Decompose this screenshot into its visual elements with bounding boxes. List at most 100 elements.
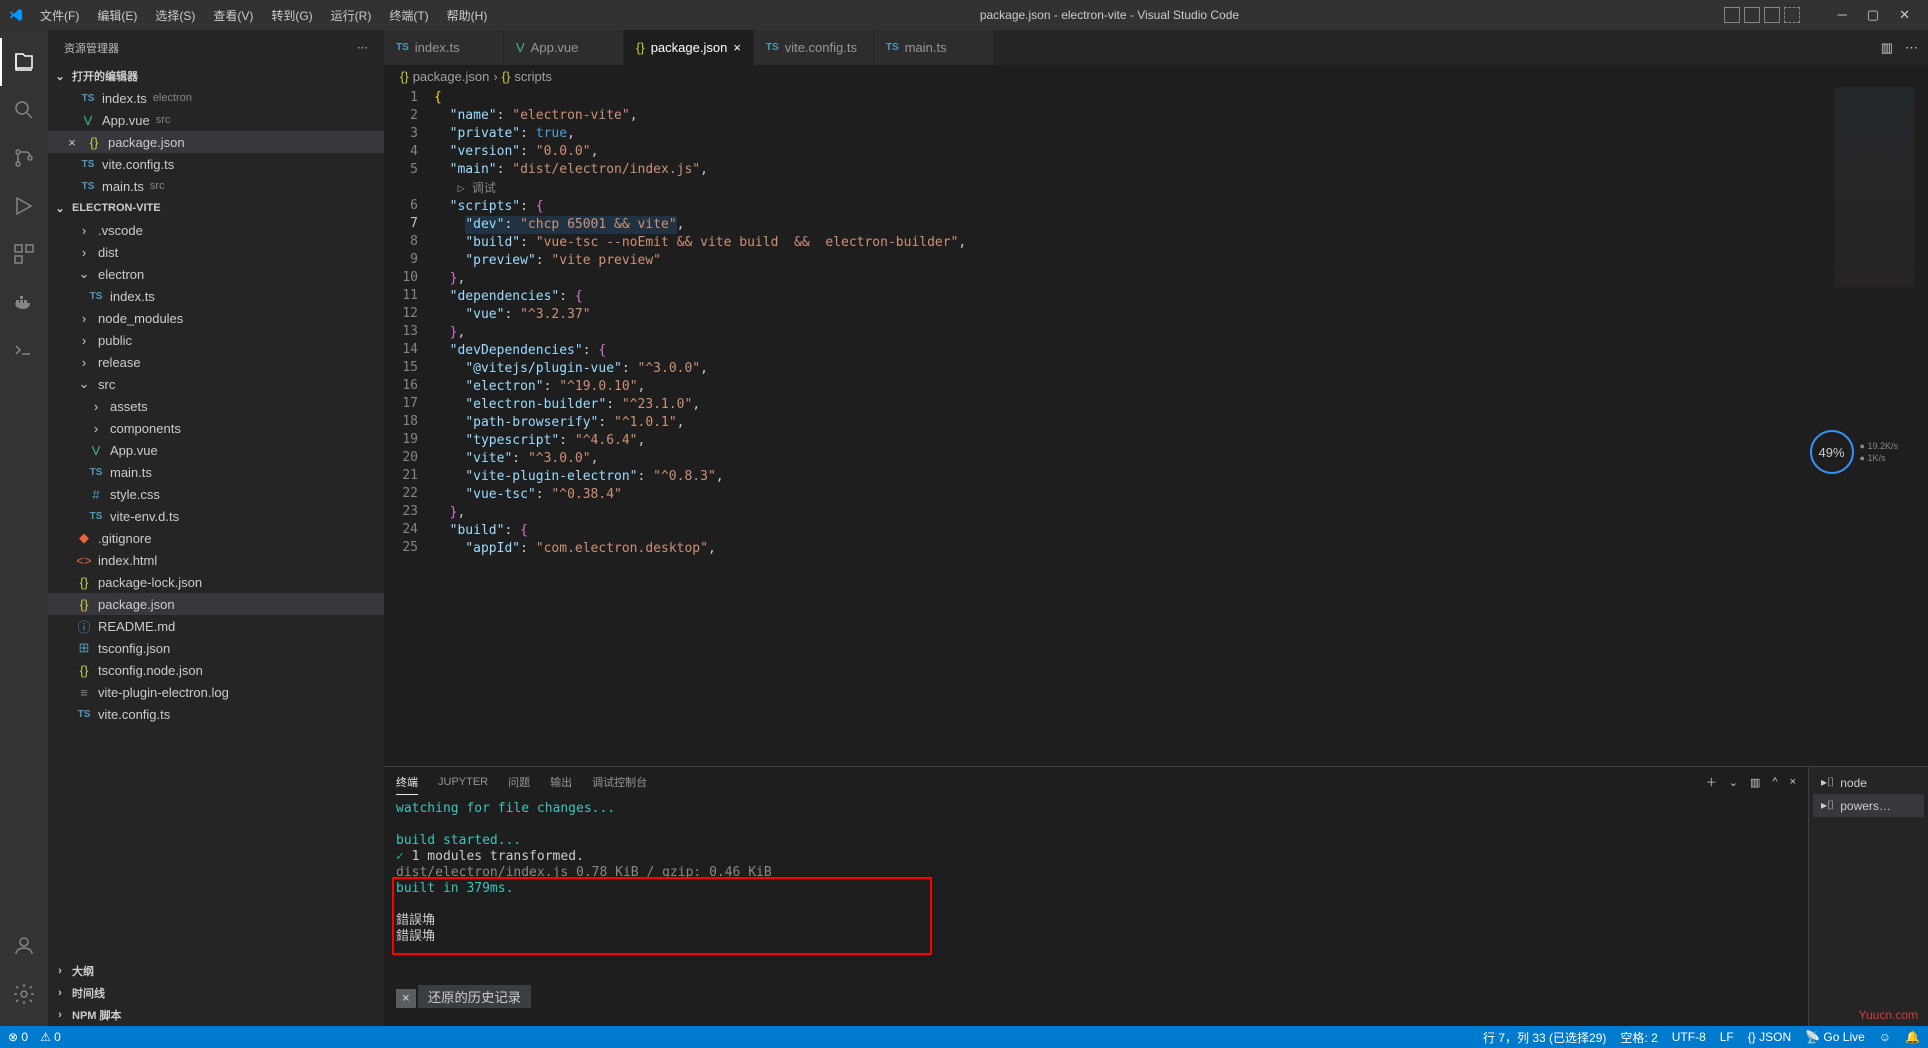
file-tree-item[interactable]: TSvite.config.ts xyxy=(48,703,384,725)
status-bell-icon[interactable]: 🔔 xyxy=(1905,1030,1920,1044)
status-cursor-position[interactable]: 行 7，列 33 (已选择29) xyxy=(1483,1029,1606,1046)
tab-package-json[interactable]: {}package.json× xyxy=(624,30,754,65)
panel-tab-jupyter[interactable]: JUPYTER xyxy=(438,772,488,792)
activity-remote[interactable] xyxy=(0,326,48,374)
status-encoding[interactable]: UTF-8 xyxy=(1672,1030,1706,1044)
open-editor-item[interactable]: TSvite.config.ts xyxy=(48,153,384,175)
file-tree-item[interactable]: TSvite-env.d.ts xyxy=(48,505,384,527)
menu-terminal[interactable]: 终端(T) xyxy=(381,3,436,28)
menu-selection[interactable]: 选择(S) xyxy=(147,3,203,28)
file-tree-item[interactable]: <>index.html xyxy=(48,549,384,571)
file-tree-item[interactable]: VApp.vue xyxy=(48,439,384,461)
file-tree-item[interactable]: #style.css xyxy=(48,483,384,505)
more-icon[interactable]: ⋯ xyxy=(357,41,368,54)
file-tree-item[interactable]: ≡vite-plugin-electron.log xyxy=(48,681,384,703)
menu-edit[interactable]: 编辑(E) xyxy=(89,3,145,28)
file-tree-item[interactable]: {}tsconfig.node.json xyxy=(48,659,384,681)
activity-source-control[interactable] xyxy=(0,134,48,182)
activity-explorer[interactable] xyxy=(0,38,48,86)
file-tree-item[interactable]: {}package-lock.json xyxy=(48,571,384,593)
menu-run[interactable]: 运行(R) xyxy=(323,3,380,28)
split-terminal-icon[interactable]: ▥ xyxy=(1750,776,1760,789)
file-tree-item[interactable]: ⓘREADME.md xyxy=(48,615,384,637)
file-tree-item[interactable]: {}package.json xyxy=(48,593,384,615)
layout-icon-2[interactable] xyxy=(1744,7,1760,23)
terminal-item-powershell[interactable]: ▸⌷powers… xyxy=(1813,794,1924,817)
vertical-scrollbar[interactable] xyxy=(1914,87,1928,766)
file-tree-item[interactable]: TSmain.ts xyxy=(48,461,384,483)
tab-app-vue[interactable]: VApp.vue xyxy=(504,30,624,65)
maximize-icon[interactable]: ▢ xyxy=(1867,7,1879,23)
open-editors-header[interactable]: ⌄ 打开的编辑器 xyxy=(48,65,384,87)
maximize-panel-icon[interactable]: ^ xyxy=(1772,776,1777,788)
tab-vite-config[interactable]: TSvite.config.ts xyxy=(754,30,874,65)
close-editor-icon[interactable]: × xyxy=(64,135,80,150)
file-tree-item[interactable]: ›assets xyxy=(48,395,384,417)
activity-extensions[interactable] xyxy=(0,230,48,278)
close-tab-icon[interactable]: × xyxy=(733,40,741,55)
dropdown-icon[interactable]: ⌄ xyxy=(1729,776,1738,789)
menu-help[interactable]: 帮助(H) xyxy=(439,3,496,28)
open-editor-item[interactable]: VApp.vuesrc xyxy=(48,109,384,131)
file-tree-item[interactable]: ›.vscode xyxy=(48,219,384,241)
activity-run-debug[interactable] xyxy=(0,182,48,230)
menu-go[interactable]: 转到(G) xyxy=(263,3,320,28)
terminal-item-node[interactable]: ▸⌷node xyxy=(1813,771,1924,794)
new-terminal-icon[interactable]: ＋ xyxy=(1706,774,1717,790)
status-errors[interactable]: ⊗ 0 xyxy=(8,1030,28,1044)
chevron-icon: › xyxy=(76,355,92,370)
activity-search[interactable] xyxy=(0,86,48,134)
file-tree-item[interactable]: ›release xyxy=(48,351,384,373)
status-warnings[interactable]: ⚠ 0 xyxy=(40,1030,61,1044)
project-header[interactable]: ⌄ ELECTRON-VITE xyxy=(48,197,384,219)
file-tree-item[interactable]: ⌄electron xyxy=(48,263,384,285)
history-close-icon[interactable]: × xyxy=(396,989,416,1008)
code-area[interactable]: { "name": "electron-vite", "private": tr… xyxy=(434,87,1928,766)
open-editor-item[interactable]: ×{}package.json xyxy=(48,131,384,153)
status-feedback-icon[interactable]: ☺ xyxy=(1879,1030,1891,1044)
open-editor-item[interactable]: TSmain.tssrc xyxy=(48,175,384,197)
minimize-icon[interactable]: ─ xyxy=(1838,7,1847,23)
layout-icon-3[interactable] xyxy=(1764,7,1780,23)
menu-view[interactable]: 查看(V) xyxy=(205,3,261,28)
tab-main-ts[interactable]: TSmain.ts xyxy=(874,30,994,65)
layout-icon-1[interactable] xyxy=(1724,7,1740,23)
file-tree-item[interactable]: ⊞tsconfig.json xyxy=(48,637,384,659)
split-editor-icon[interactable]: ▥ xyxy=(1881,40,1893,56)
layout-icon-4[interactable] xyxy=(1784,7,1800,23)
panel-tab-output[interactable]: 输出 xyxy=(550,770,572,794)
status-go-live[interactable]: 📡 Go Live xyxy=(1805,1030,1865,1044)
menu-file[interactable]: 文件(F) xyxy=(32,3,87,28)
status-eol[interactable]: LF xyxy=(1720,1030,1734,1044)
activity-accounts[interactable] xyxy=(0,922,48,970)
open-editor-item[interactable]: TSindex.tselectron xyxy=(48,87,384,109)
file-tree-item[interactable]: ›public xyxy=(48,329,384,351)
file-tree-item[interactable]: ›dist xyxy=(48,241,384,263)
status-language[interactable]: {} JSON xyxy=(1748,1030,1791,1044)
activity-settings[interactable] xyxy=(0,970,48,1018)
window-title: package.json - electron-vite - Visual St… xyxy=(495,8,1723,22)
file-tree-item[interactable]: ⌄src xyxy=(48,373,384,395)
panel-tab-problems[interactable]: 问题 xyxy=(508,770,530,794)
panel-tab-terminal[interactable]: 终端 xyxy=(396,770,418,795)
activity-docker[interactable] xyxy=(0,278,48,326)
layout-controls xyxy=(1724,7,1800,23)
breadcrumb[interactable]: {} package.json › {} scripts xyxy=(384,65,1928,87)
tab-index-ts[interactable]: TSindex.ts xyxy=(384,30,504,65)
file-tree-item[interactable]: ›components xyxy=(48,417,384,439)
npm-scripts-header[interactable]: ›NPM 脚本 xyxy=(48,1004,384,1026)
status-indent[interactable]: 空格: 2 xyxy=(1620,1029,1657,1046)
outline-header[interactable]: ›大纲 xyxy=(48,960,384,982)
minimap[interactable] xyxy=(1834,87,1914,287)
file-tree-item[interactable]: TSindex.ts xyxy=(48,285,384,307)
restore-history-button[interactable]: 还原的历史记录 xyxy=(418,985,531,1008)
file-tree-item[interactable]: ›node_modules xyxy=(48,307,384,329)
timeline-header[interactable]: ›时间线 xyxy=(48,982,384,1004)
more-actions-icon[interactable]: ⋯ xyxy=(1905,40,1918,56)
editor-content[interactable]: 12345 6789101112131415161718192021222324… xyxy=(384,87,1928,766)
close-icon[interactable]: ✕ xyxy=(1899,7,1910,23)
terminal-output[interactable]: watching for file changes... build start… xyxy=(384,797,1808,1026)
panel-tab-debug-console[interactable]: 调试控制台 xyxy=(592,770,647,794)
close-panel-icon[interactable]: × xyxy=(1790,776,1796,788)
file-tree-item[interactable]: ◆.gitignore xyxy=(48,527,384,549)
